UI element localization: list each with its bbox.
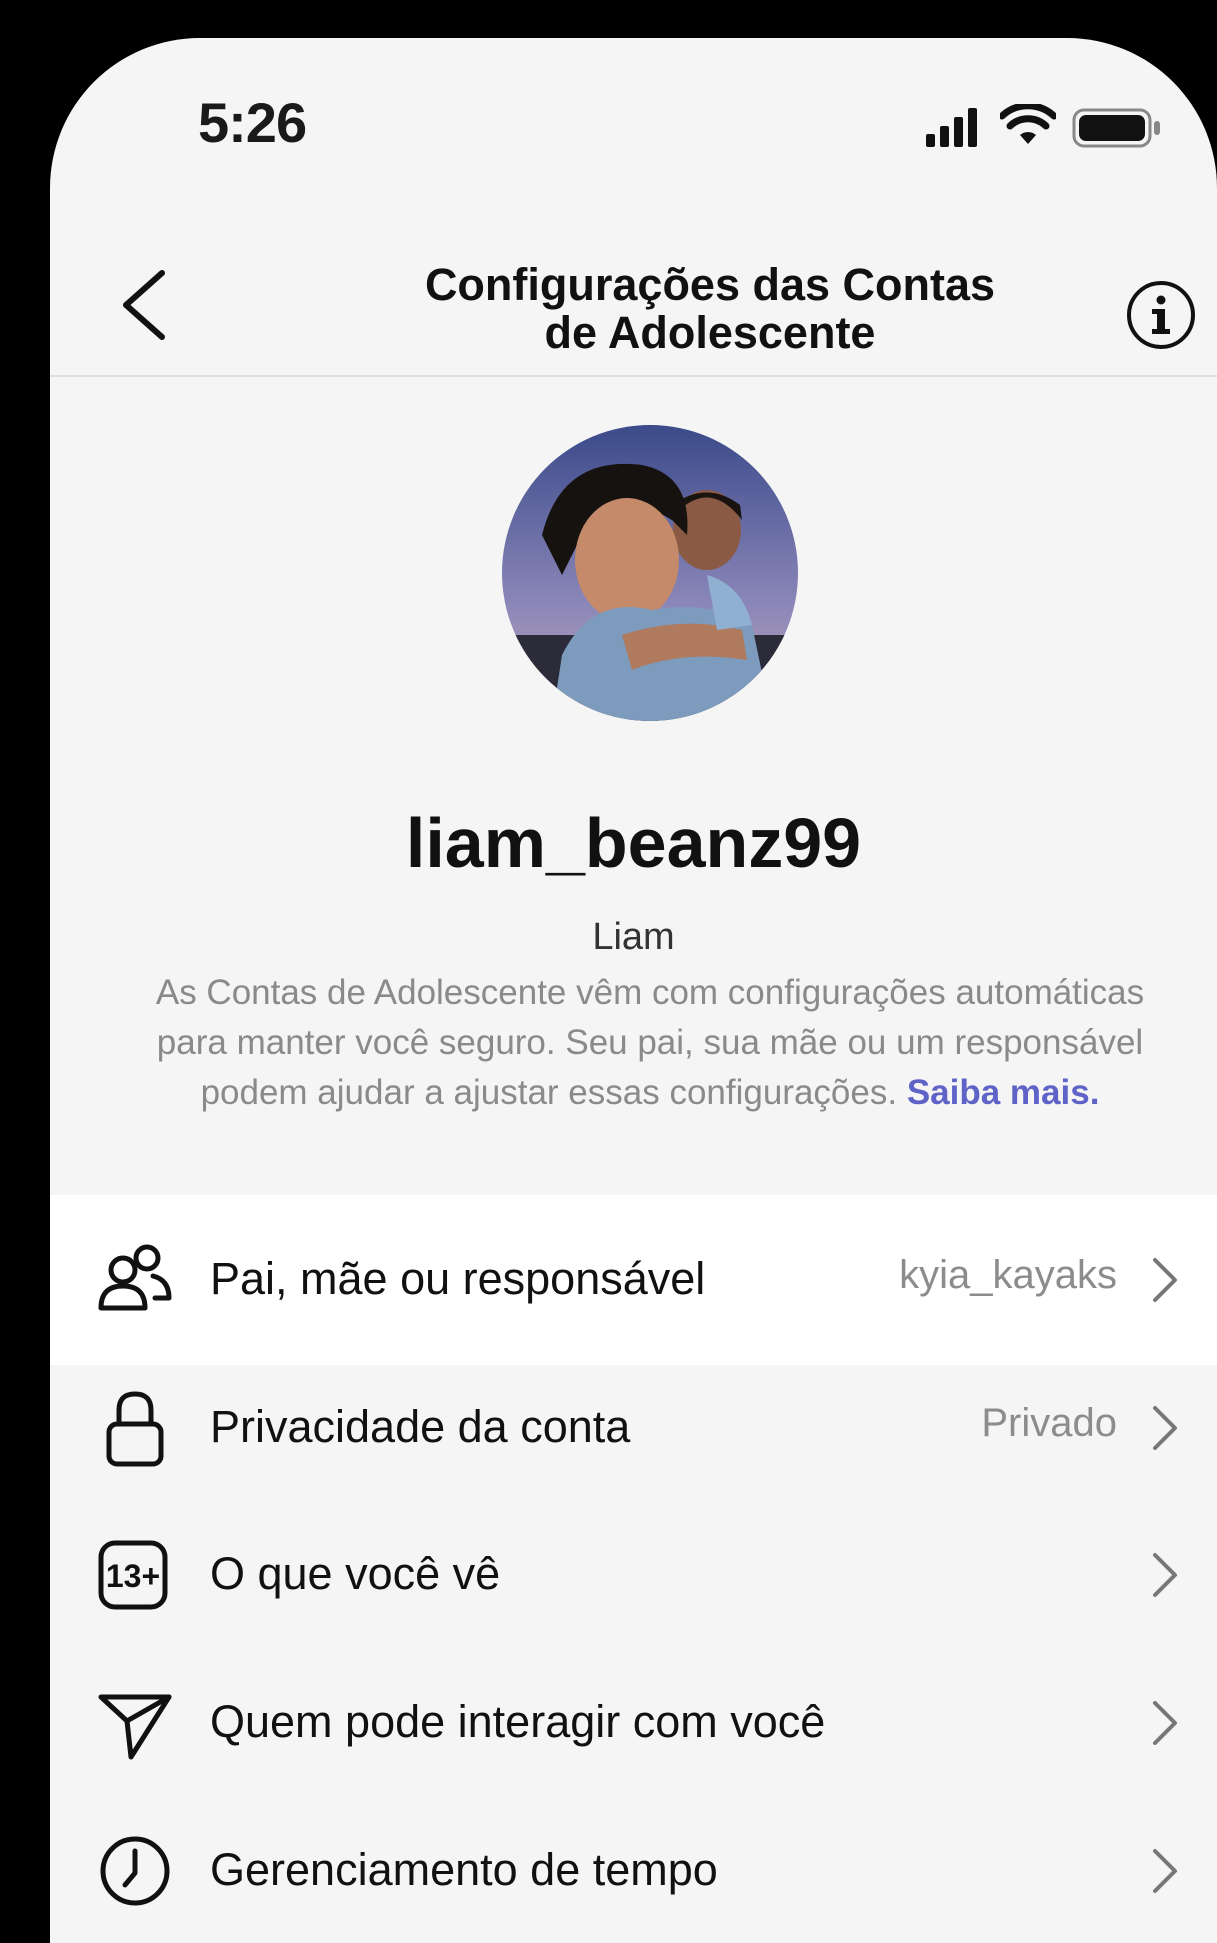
battery-icon bbox=[1072, 108, 1160, 148]
status-time: 5:26 bbox=[198, 91, 307, 154]
settings-item-what-you-see[interactable]: 13+ O que você vê bbox=[50, 1490, 1217, 1660]
chevron-right-icon bbox=[1153, 1406, 1177, 1450]
info-icon[interactable] bbox=[1125, 279, 1197, 351]
settings-item-label: O que você vê bbox=[210, 1548, 501, 1599]
chevron-right-icon bbox=[1153, 1701, 1177, 1745]
cellular-signal-icon bbox=[926, 108, 977, 147]
profile-username: liam_beanz99 bbox=[405, 804, 862, 882]
profile-display-name: Liam bbox=[592, 916, 675, 958]
svg-text:13+: 13+ bbox=[106, 1558, 160, 1594]
status-icons bbox=[926, 98, 1186, 148]
settings-item-account-privacy[interactable]: Privacidade da conta Privado bbox=[50, 1343, 1217, 1513]
page-title: Configurações das Contas de Adolescente bbox=[300, 261, 1120, 357]
page-title-line-2: de Adolescente bbox=[544, 307, 876, 358]
page-title-line-1: Configurações das Contas bbox=[424, 259, 996, 310]
settings-item-label: Quem pode interagir com você bbox=[210, 1696, 826, 1747]
settings-item-time-management[interactable]: Gerenciamento de tempo bbox=[50, 1786, 1217, 1943]
back-chevron-icon[interactable] bbox=[112, 265, 176, 345]
profile-avatar bbox=[502, 425, 798, 721]
settings-item-who-can-interact[interactable]: Quem pode interagir com você bbox=[50, 1638, 1217, 1808]
learn-more-link[interactable]: Saiba mais. bbox=[907, 1073, 1100, 1112]
people-icon bbox=[98, 1244, 172, 1311]
age-13-plus-icon: 13+ bbox=[98, 1540, 168, 1610]
send-icon bbox=[98, 1694, 172, 1760]
settings-item-parent-guardian[interactable]: Pai, mãe ou responsável kyia_kayaks bbox=[50, 1195, 1217, 1365]
navigation-header: Configurações das Contas de Adolescente bbox=[50, 223, 1217, 377]
chevron-right-icon bbox=[1153, 1258, 1177, 1302]
settings-item-label: Pai, mãe ou responsável bbox=[210, 1253, 706, 1304]
phone-screen: 5:26 Configurações das Contas de Adolesc… bbox=[50, 38, 1217, 1943]
wifi-icon bbox=[1000, 104, 1056, 144]
settings-item-label: Gerenciamento de tempo bbox=[210, 1844, 718, 1895]
settings-item-label: Privacidade da conta bbox=[210, 1401, 631, 1452]
chevron-right-icon bbox=[1153, 1849, 1177, 1893]
lock-icon bbox=[106, 1391, 164, 1467]
teen-account-description: As Contas de Adolescente vêm com configu… bbox=[150, 968, 1150, 1118]
chevron-right-icon bbox=[1153, 1553, 1177, 1597]
avatar-photo bbox=[502, 425, 798, 721]
clock-icon bbox=[100, 1836, 170, 1906]
settings-item-value: Privado bbox=[981, 1401, 1117, 1445]
settings-item-value: kyia_kayaks bbox=[899, 1253, 1117, 1297]
